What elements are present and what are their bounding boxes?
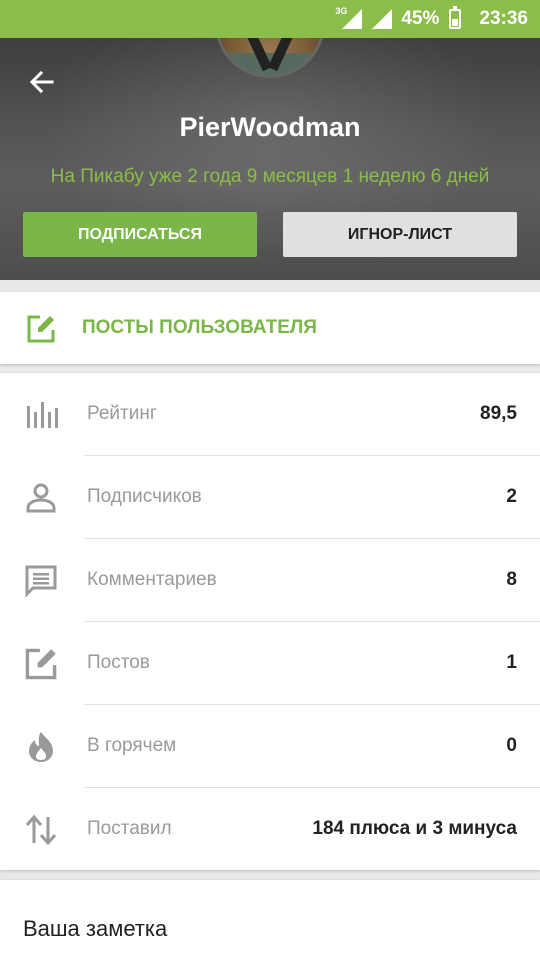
stat-label: Подписчиков [87,486,202,507]
user-posts-link[interactable]: ПОСТЫ ПОЛЬЗОВАТЕЛЯ [0,292,540,364]
stat-row-subscribers: Подписчиков 2 [0,456,540,539]
stat-value: 8 [506,569,517,590]
status-icons: 3G 45% 23:36 [335,0,528,38]
user-posts-label: ПОСТЫ ПОЛЬЗОВАТЕЛЯ [82,317,317,338]
avatar[interactable] [215,38,325,78]
stats-list: Рейтинг 89,5 Подписчиков 2 Комментариев … [0,373,540,870]
mobile-signal-icon: 3G [335,6,363,30]
note-title: Ваша заметка [23,916,168,941]
stat-label: Поставил [87,818,172,839]
back-arrow-icon[interactable] [26,66,58,98]
stat-row-comments: Комментариев 8 [0,539,540,622]
profile-header: PierWoodman На Пикабу уже 2 года 9 месяц… [0,38,540,280]
stat-label: Постов [87,652,150,673]
stat-value: 1 [506,652,517,673]
user-note-card[interactable]: Ваша заметка [0,880,540,960]
status-bar: 3G 45% 23:36 [0,0,540,38]
edit-icon [24,647,58,681]
person-icon [24,481,58,515]
subscribe-button[interactable]: ПОДПИСАТЬСЯ [23,212,257,257]
stat-value: 0 [506,735,517,756]
username: PierWoodman [179,112,361,142]
stat-row-rating: Рейтинг 89,5 [0,373,540,456]
battery-percent: 45% [401,8,440,29]
signal-strength-icon [371,8,393,30]
stat-value: 2 [506,486,517,507]
stat-label: В горячем [87,735,177,756]
flame-icon [24,730,58,764]
stat-label: Рейтинг [87,403,157,424]
stat-row-posts: Постов 1 [0,622,540,705]
member-since: На Пикабу уже 2 года 9 месяцев 1 неделю … [50,166,490,187]
clock: 23:36 [479,8,528,29]
stat-row-votes: Поставил 184 плюса и 3 минуса [0,788,540,871]
stat-value: 89,5 [480,403,517,424]
stat-label: Комментариев [87,569,217,590]
battery-icon [449,6,462,29]
stat-row-hot: В горячем 0 [0,705,540,788]
network-type: 3G [335,6,348,16]
swap-vertical-icon [24,813,58,847]
edit-icon [26,314,56,349]
comment-icon [24,564,58,598]
stat-value: 184 плюса и 3 минуса [312,818,517,839]
ignore-list-button[interactable]: ИГНОР-ЛИСТ [283,212,517,257]
bar-chart-icon [24,398,58,432]
